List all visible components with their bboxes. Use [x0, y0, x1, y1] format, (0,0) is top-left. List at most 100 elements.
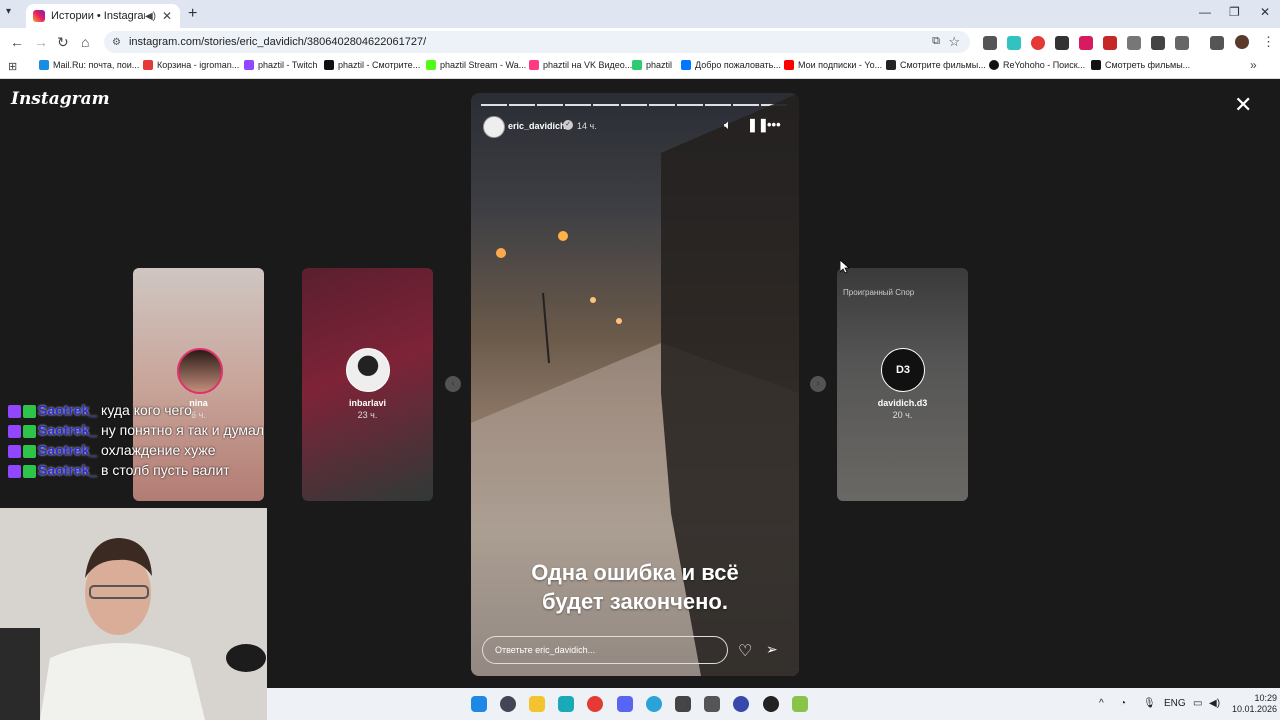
- bookmark-favicon-icon: [681, 60, 691, 70]
- app-icon[interactable]: [792, 696, 808, 712]
- bookmark-item[interactable]: Смотреть фильмы...: [1091, 60, 1190, 70]
- search-icon[interactable]: [500, 696, 516, 712]
- webcam-feed: [0, 508, 267, 720]
- obs-icon[interactable]: [763, 696, 779, 712]
- side-story-inbarlavi[interactable]: inbarlavi 23 ч.: [302, 268, 433, 501]
- bookmark-item[interactable]: phaztil Stream - Wa...: [426, 60, 526, 70]
- discord-icon[interactable]: [617, 696, 633, 712]
- street-lamp: [542, 292, 550, 364]
- tab-close-icon[interactable]: ✕: [162, 9, 176, 23]
- new-tab-button[interactable]: +: [188, 5, 197, 23]
- home-icon[interactable]: ⌂: [81, 34, 89, 50]
- bookmark-item[interactable]: Корзина - igroman...: [143, 60, 239, 70]
- bookmark-item[interactable]: Добро пожаловать...: [681, 60, 781, 70]
- bookmark-item[interactable]: Мои подписки - Yo...: [784, 60, 882, 70]
- menu-kebab-icon[interactable]: ⋮: [1262, 34, 1275, 50]
- previous-story-button[interactable]: ‹: [445, 376, 461, 392]
- install-app-icon[interactable]: ⧉: [932, 35, 940, 48]
- extension-icon[interactable]: [1103, 36, 1117, 50]
- bookmark-item[interactable]: phaztil - Смотрите...: [324, 60, 420, 70]
- chat-username: Saotrek_: [38, 442, 98, 458]
- extensions-puzzle-icon[interactable]: [1175, 36, 1189, 50]
- extension-icon[interactable]: [1055, 36, 1069, 50]
- bookmark-item[interactable]: ReYohoho - Поиск...: [989, 60, 1085, 70]
- app-icon[interactable]: [704, 696, 720, 712]
- address-bar[interactable]: ⚙ instagram.com/stories/eric_davidich/38…: [104, 31, 970, 53]
- back-icon[interactable]: ←: [10, 34, 24, 50]
- bookmark-favicon-icon: [886, 60, 896, 70]
- tab-instagram[interactable]: Истории • Instagram ◀) ✕: [26, 4, 180, 28]
- bookmark-star-icon[interactable]: ☆: [948, 34, 960, 50]
- speaker-icon[interactable]: ◀): [145, 11, 156, 22]
- window-close-icon[interactable]: ✕: [1260, 5, 1270, 19]
- verified-badge-icon: ✓: [563, 120, 573, 130]
- story-username[interactable]: eric_davidich: [508, 121, 566, 131]
- mute-icon[interactable]: 🔈︎: [724, 117, 732, 133]
- extension-icon[interactable]: [1127, 36, 1141, 50]
- lamp-light: [590, 297, 596, 303]
- side-story-davidich-d3[interactable]: Проигранный Спор D3 davidich.d3 20 ч.: [837, 268, 968, 501]
- bookmark-item[interactable]: Mail.Ru: почта, пои...: [39, 60, 139, 70]
- close-icon[interactable]: ✕: [1234, 92, 1252, 118]
- chat-username: Saotrek_: [38, 402, 98, 418]
- instagram-logo[interactable]: Instagram: [11, 89, 110, 109]
- story-caption: Одна ошибка и всё будет закончено.: [471, 558, 799, 616]
- extension-icon[interactable]: [1007, 36, 1021, 50]
- check-badge-icon: [23, 424, 36, 438]
- forward-icon[interactable]: →: [34, 34, 48, 50]
- tab-bar: ▾ Истории • Instagram ◀) ✕ + — ❐ ✕: [0, 0, 1280, 28]
- extension-icon[interactable]: [983, 36, 997, 50]
- next-story-button[interactable]: ›: [810, 376, 826, 392]
- site-info-icon[interactable]: ⚙: [112, 37, 121, 48]
- start-icon[interactable]: [471, 696, 487, 712]
- extension-icon[interactable]: [1151, 36, 1165, 50]
- microphone-icon[interactable]: 🎙︎: [1143, 698, 1156, 709]
- lamp-light: [558, 231, 568, 241]
- tab-search-icon[interactable]: ▾: [6, 6, 11, 17]
- bookmark-favicon-icon: [324, 60, 334, 70]
- like-heart-icon[interactable]: ♡: [738, 641, 752, 661]
- bookmark-item[interactable]: phaztil на VK Видео...: [529, 60, 632, 70]
- side-story-overlay-text: Проигранный Спор: [843, 288, 915, 297]
- file-explorer-icon[interactable]: [529, 696, 545, 712]
- apps-grid-icon[interactable]: ⊞: [8, 60, 17, 73]
- chat-text: охлаждение хуже: [101, 442, 216, 458]
- chat-text: в столб пусть валит: [101, 462, 230, 478]
- bookmark-favicon-icon: [143, 60, 153, 70]
- telegram-icon[interactable]: [646, 696, 662, 712]
- avatar: D3: [881, 348, 925, 392]
- chrome-icon[interactable]: [587, 696, 603, 712]
- reply-input[interactable]: Ответьте eric_davidich...: [482, 636, 728, 664]
- network-icon[interactable]: ▭: [1193, 698, 1202, 709]
- language-indicator[interactable]: ENG: [1164, 698, 1186, 709]
- taskbar-clock[interactable]: 10:29 10.01.2026: [1232, 693, 1277, 715]
- bookmark-item[interactable]: phaztil: [632, 60, 672, 70]
- bookmarks-overflow-icon[interactable]: »: [1250, 58, 1257, 72]
- app-icon[interactable]: [733, 696, 749, 712]
- url-text: instagram.com/stories/eric_davidich/3806…: [128, 36, 427, 48]
- minimize-icon[interactable]: —: [1199, 5, 1211, 19]
- extension-icon[interactable]: [1079, 36, 1093, 50]
- more-options-icon[interactable]: •••: [767, 117, 781, 132]
- volume-icon[interactable]: ◀): [1209, 698, 1220, 709]
- bookmark-item[interactable]: phaztil - Twitch: [244, 60, 317, 70]
- bookmark-favicon-icon: [39, 60, 49, 70]
- bookmark-item[interactable]: Смотрите фильмы...: [886, 60, 986, 70]
- edge-icon[interactable]: [558, 696, 574, 712]
- story-avatar[interactable]: [483, 116, 505, 138]
- profile-avatar[interactable]: [1235, 35, 1249, 49]
- side-story-time: 20 ч.: [892, 410, 913, 420]
- restore-icon[interactable]: ❐: [1229, 5, 1240, 19]
- app-icon[interactable]: [675, 696, 691, 712]
- story-time: 14 ч.: [577, 121, 597, 131]
- extension-icon[interactable]: [1031, 36, 1045, 50]
- active-story[interactable]: eric_davidich ✓ 14 ч. 🔈︎ ❚❚ ••• Одна оши…: [471, 93, 799, 676]
- side-story-username: inbarlavi: [348, 398, 386, 408]
- reload-icon[interactable]: ↻: [57, 34, 69, 51]
- pause-icon[interactable]: ❚❚: [747, 117, 769, 133]
- tray-app-icon[interactable]: ◔: [1120, 698, 1126, 709]
- tray-chevron-icon[interactable]: ^: [1099, 698, 1104, 709]
- send-icon[interactable]: ➢: [766, 641, 778, 658]
- reply-placeholder: Ответьте eric_davidich...: [495, 645, 596, 655]
- reading-list-icon[interactable]: [1210, 36, 1224, 50]
